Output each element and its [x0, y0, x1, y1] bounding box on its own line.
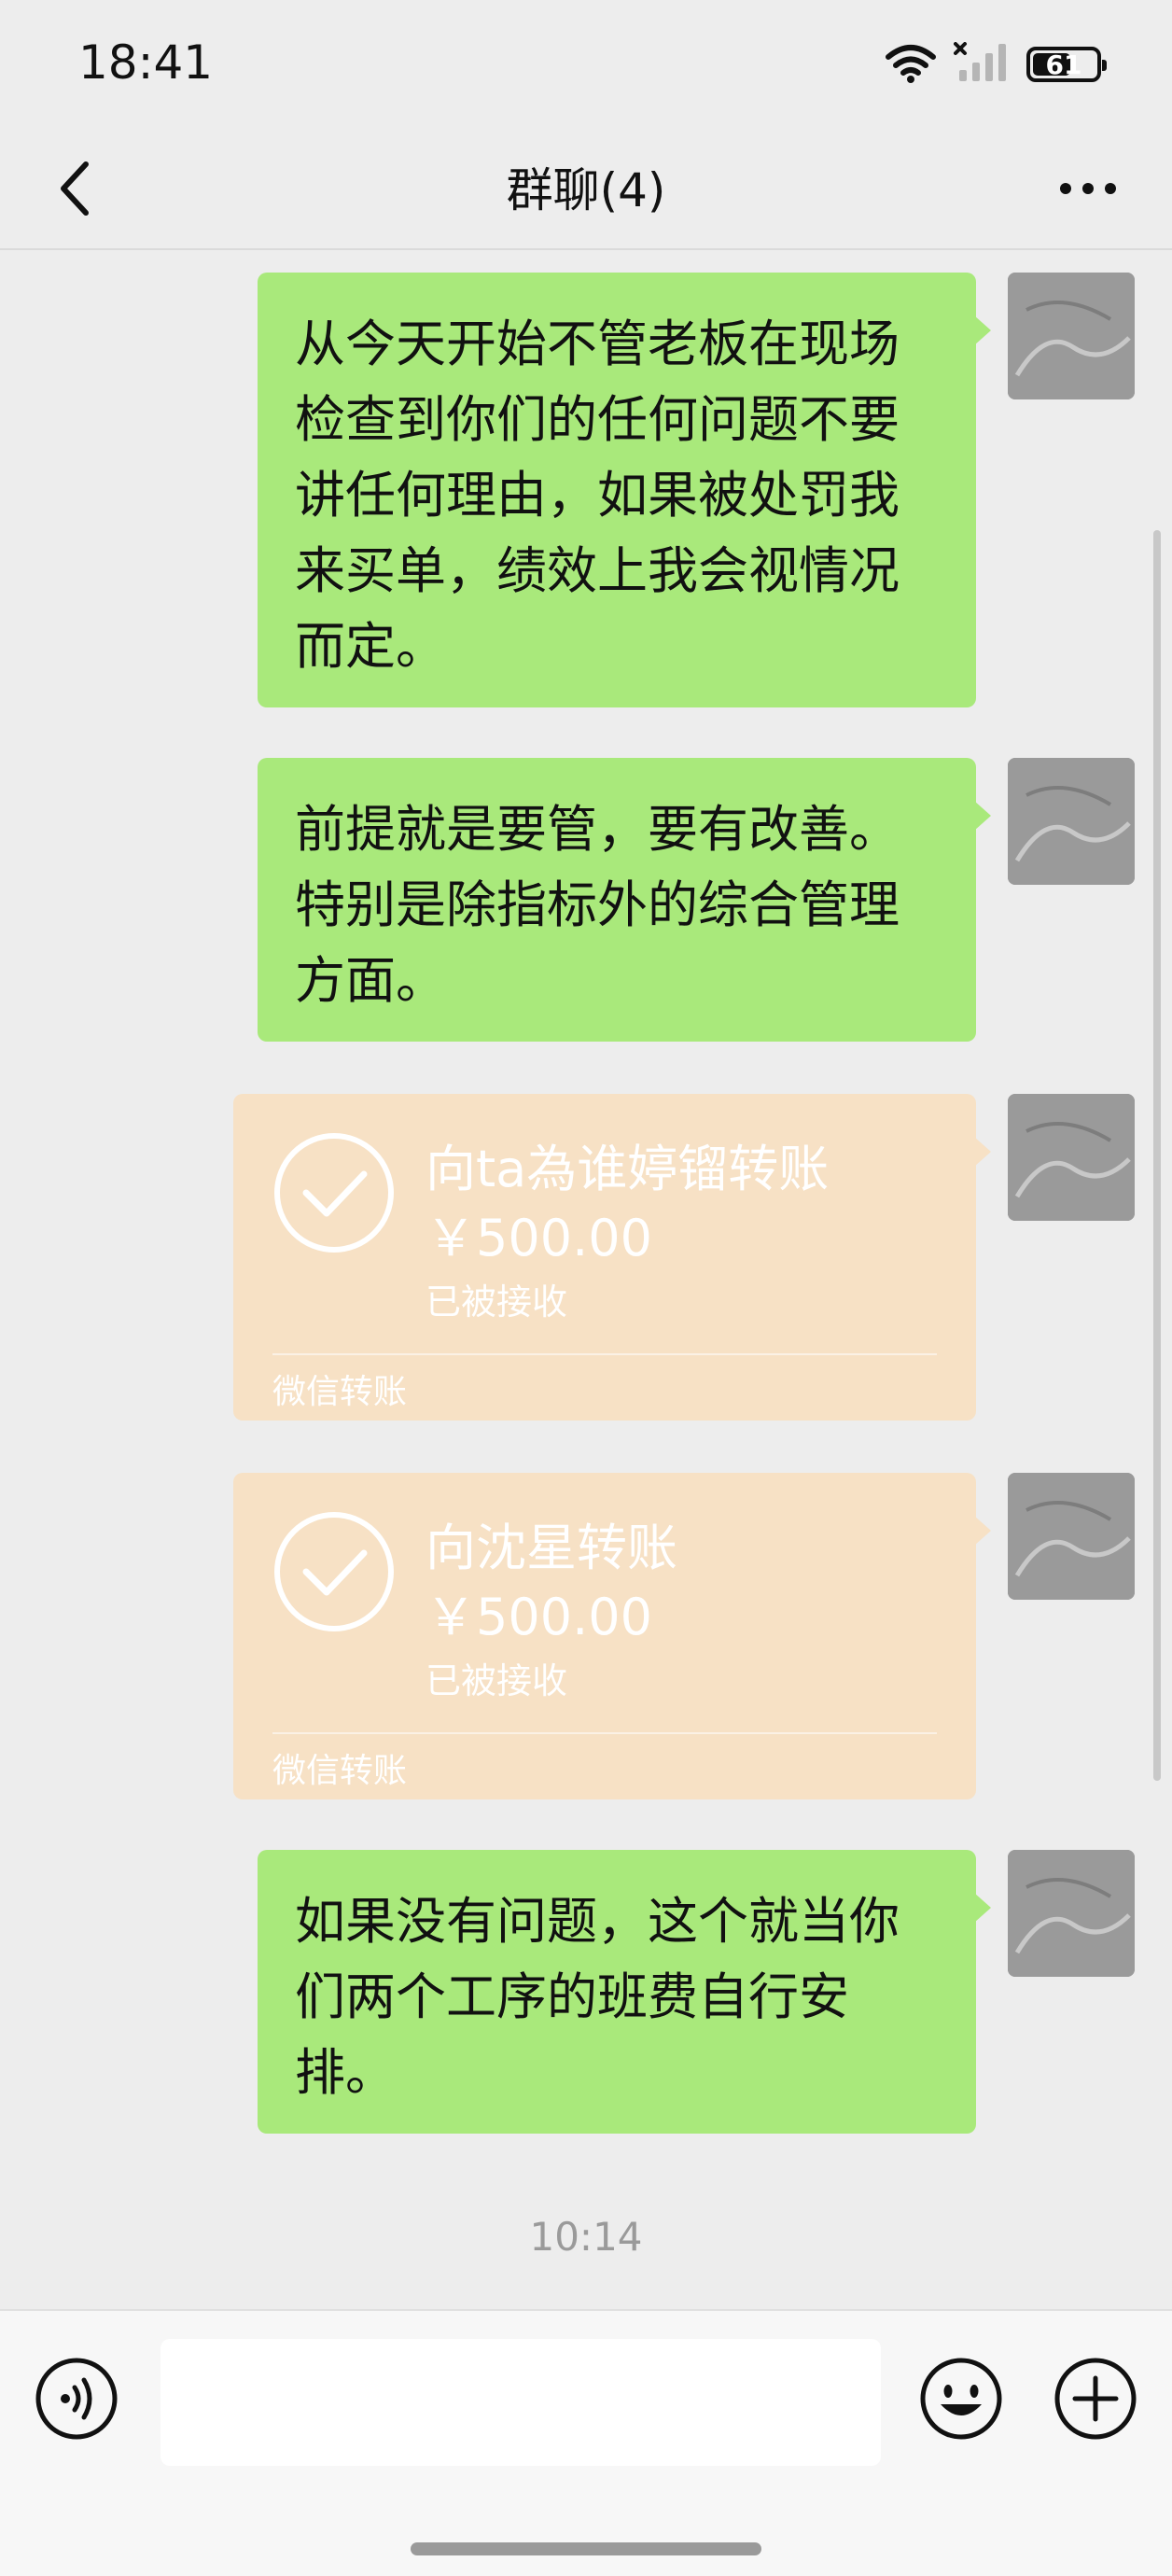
divider [272, 1353, 937, 1355]
message-bubble[interactable]: 如果没有问题，这个就当你们两个工序的班费自行安排。 [258, 1850, 991, 2134]
message-text: 如果没有问题，这个就当你们两个工序的班费自行安排。 [295, 1892, 900, 2102]
transfer-status: 已被接收 [426, 1281, 568, 1323]
transfer-footer: 微信转账 [272, 1373, 408, 1411]
message-input[interactable] [160, 2339, 881, 2466]
home-indicator[interactable] [411, 2542, 761, 2555]
transfer-card[interactable]: 向沈星转账 ￥500.00 已被接收 微信转账 [233, 1473, 991, 1799]
transfer-title: 向沈星转账 [426, 1519, 677, 1577]
divider [272, 1732, 937, 1734]
scrollbar[interactable] [1153, 530, 1161, 1781]
nav-bar: 群聊(4) [0, 131, 1172, 250]
message-bubble[interactable]: 从今天开始不管老板在现场检查到你们的任何问题不要讲任何理由，如果被处罚我来买单，… [258, 273, 991, 707]
signal-no-sim-icon [954, 42, 1010, 87]
transfer-amount: ￥500.00 [426, 1588, 652, 1646]
check-circle-icon [272, 1510, 396, 1633]
avatar[interactable] [1008, 1094, 1135, 1221]
avatar[interactable] [1008, 1850, 1135, 1977]
avatar[interactable] [1008, 273, 1135, 399]
transfer-card[interactable]: 向ta為谁婷镏转账 ￥500.00 已被接收 微信转账 [233, 1094, 991, 1421]
voice-button[interactable] [34, 2356, 119, 2442]
message-text: 前提就是要管，要有改善。特别是除指标外的综合管理方面。 [295, 800, 900, 1010]
check-circle-icon [272, 1131, 396, 1254]
clock: 18:41 [78, 35, 214, 90]
transfer-footer: 微信转账 [272, 1752, 408, 1790]
chat-area[interactable]: 从今天开始不管老板在现场检查到你们的任何问题不要讲任何理由，如果被处罚我来买单，… [0, 250, 1172, 2309]
avatar[interactable] [1008, 1473, 1135, 1600]
transfer-amount: ￥500.00 [426, 1209, 652, 1267]
battery-text: 61 [1045, 49, 1082, 80]
voice-icon [34, 2358, 119, 2445]
emoji-icon [918, 2358, 1004, 2445]
plus-button[interactable] [1053, 2356, 1138, 2442]
timestamp: 10:14 [529, 2214, 643, 2260]
message-bubble[interactable]: 前提就是要管，要有改善。特别是除指标外的综合管理方面。 [258, 758, 991, 1042]
emoji-button[interactable] [918, 2356, 1004, 2442]
message-text: 从今天开始不管老板在现场检查到你们的任何问题不要讲任何理由，如果被处罚我来买单，… [295, 315, 900, 676]
more-dots-icon [1058, 181, 1118, 200]
wifi-icon [885, 42, 937, 87]
avatar[interactable] [1008, 758, 1135, 885]
plus-icon [1053, 2358, 1138, 2445]
status-icons: 61 [885, 41, 1107, 88]
page-title: 群聊(4) [506, 163, 666, 217]
more-button[interactable] [1051, 153, 1125, 228]
status-bar: 18:41 61 [0, 0, 1172, 131]
transfer-title: 向ta為谁婷镏转账 [426, 1140, 830, 1198]
battery-icon: 61 [1026, 47, 1107, 82]
input-bar [0, 2309, 1172, 2576]
transfer-status: 已被接收 [426, 1660, 568, 1701]
